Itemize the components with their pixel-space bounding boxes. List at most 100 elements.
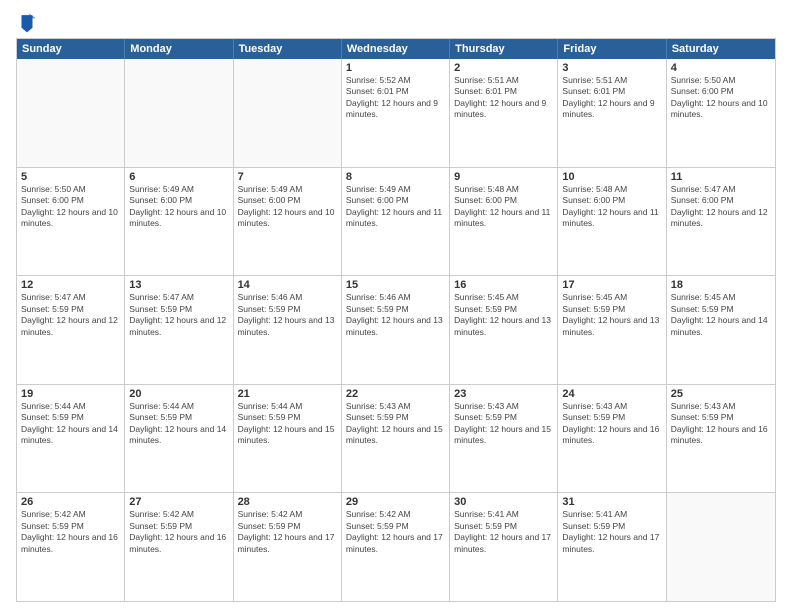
day-number: 16	[454, 279, 553, 291]
cell-details: Sunrise: 5:47 AM Sunset: 6:00 PM Dayligh…	[671, 184, 768, 228]
cal-cell-r0-c0	[17, 59, 125, 167]
day-number: 27	[129, 496, 228, 508]
day-number: 22	[346, 388, 445, 400]
day-number: 31	[562, 496, 661, 508]
day-number: 9	[454, 171, 553, 183]
day-number: 19	[21, 388, 120, 400]
day-number: 29	[346, 496, 445, 508]
cell-details: Sunrise: 5:49 AM Sunset: 6:00 PM Dayligh…	[238, 184, 335, 228]
cal-cell-r4-c1: 27Sunrise: 5:42 AM Sunset: 5:59 PM Dayli…	[125, 493, 233, 601]
cell-details: Sunrise: 5:50 AM Sunset: 6:00 PM Dayligh…	[21, 184, 118, 228]
cal-row-3: 19Sunrise: 5:44 AM Sunset: 5:59 PM Dayli…	[17, 385, 775, 494]
cell-details: Sunrise: 5:46 AM Sunset: 5:59 PM Dayligh…	[238, 292, 335, 336]
cal-cell-r2-c4: 16Sunrise: 5:45 AM Sunset: 5:59 PM Dayli…	[450, 276, 558, 384]
page: SundayMondayTuesdayWednesdayThursdayFrid…	[0, 0, 792, 612]
day-number: 26	[21, 496, 120, 508]
cell-details: Sunrise: 5:42 AM Sunset: 5:59 PM Dayligh…	[238, 509, 335, 553]
cal-cell-r3-c3: 22Sunrise: 5:43 AM Sunset: 5:59 PM Dayli…	[342, 385, 450, 493]
day-number: 12	[21, 279, 120, 291]
cal-cell-r3-c1: 20Sunrise: 5:44 AM Sunset: 5:59 PM Dayli…	[125, 385, 233, 493]
cell-details: Sunrise: 5:44 AM Sunset: 5:59 PM Dayligh…	[129, 401, 226, 445]
day-number: 3	[562, 62, 661, 74]
cell-details: Sunrise: 5:44 AM Sunset: 5:59 PM Dayligh…	[21, 401, 118, 445]
cal-header-cell-thursday: Thursday	[450, 39, 558, 59]
cal-cell-r3-c2: 21Sunrise: 5:44 AM Sunset: 5:59 PM Dayli…	[234, 385, 342, 493]
cal-row-1: 5Sunrise: 5:50 AM Sunset: 6:00 PM Daylig…	[17, 168, 775, 277]
cal-cell-r0-c1	[125, 59, 233, 167]
cell-details: Sunrise: 5:43 AM Sunset: 5:59 PM Dayligh…	[454, 401, 551, 445]
day-number: 6	[129, 171, 228, 183]
day-number: 21	[238, 388, 337, 400]
cell-details: Sunrise: 5:42 AM Sunset: 5:59 PM Dayligh…	[129, 509, 226, 553]
cal-cell-r3-c5: 24Sunrise: 5:43 AM Sunset: 5:59 PM Dayli…	[558, 385, 666, 493]
cal-cell-r0-c2	[234, 59, 342, 167]
cell-details: Sunrise: 5:45 AM Sunset: 5:59 PM Dayligh…	[454, 292, 551, 336]
day-number: 13	[129, 279, 228, 291]
cal-row-4: 26Sunrise: 5:42 AM Sunset: 5:59 PM Dayli…	[17, 493, 775, 601]
cal-header-cell-wednesday: Wednesday	[342, 39, 450, 59]
cal-cell-r0-c5: 3Sunrise: 5:51 AM Sunset: 6:01 PM Daylig…	[558, 59, 666, 167]
day-number: 25	[671, 388, 771, 400]
cal-cell-r0-c4: 2Sunrise: 5:51 AM Sunset: 6:01 PM Daylig…	[450, 59, 558, 167]
cal-cell-r3-c0: 19Sunrise: 5:44 AM Sunset: 5:59 PM Dayli…	[17, 385, 125, 493]
cell-details: Sunrise: 5:52 AM Sunset: 6:01 PM Dayligh…	[346, 75, 438, 119]
day-number: 11	[671, 171, 771, 183]
cal-cell-r2-c5: 17Sunrise: 5:45 AM Sunset: 5:59 PM Dayli…	[558, 276, 666, 384]
calendar-header-row: SundayMondayTuesdayWednesdayThursdayFrid…	[17, 39, 775, 59]
cell-details: Sunrise: 5:43 AM Sunset: 5:59 PM Dayligh…	[346, 401, 443, 445]
cal-cell-r3-c4: 23Sunrise: 5:43 AM Sunset: 5:59 PM Dayli…	[450, 385, 558, 493]
cell-details: Sunrise: 5:42 AM Sunset: 5:59 PM Dayligh…	[346, 509, 443, 553]
cell-details: Sunrise: 5:41 AM Sunset: 5:59 PM Dayligh…	[562, 509, 659, 553]
cell-details: Sunrise: 5:48 AM Sunset: 6:00 PM Dayligh…	[562, 184, 658, 228]
day-number: 18	[671, 279, 771, 291]
cal-row-2: 12Sunrise: 5:47 AM Sunset: 5:59 PM Dayli…	[17, 276, 775, 385]
day-number: 30	[454, 496, 553, 508]
cal-header-cell-tuesday: Tuesday	[234, 39, 342, 59]
cal-cell-r0-c6: 4Sunrise: 5:50 AM Sunset: 6:00 PM Daylig…	[667, 59, 775, 167]
cal-cell-r4-c5: 31Sunrise: 5:41 AM Sunset: 5:59 PM Dayli…	[558, 493, 666, 601]
day-number: 10	[562, 171, 661, 183]
day-number: 20	[129, 388, 228, 400]
cal-cell-r1-c3: 8Sunrise: 5:49 AM Sunset: 6:00 PM Daylig…	[342, 168, 450, 276]
cal-cell-r2-c0: 12Sunrise: 5:47 AM Sunset: 5:59 PM Dayli…	[17, 276, 125, 384]
cal-cell-r1-c1: 6Sunrise: 5:49 AM Sunset: 6:00 PM Daylig…	[125, 168, 233, 276]
cell-details: Sunrise: 5:47 AM Sunset: 5:59 PM Dayligh…	[21, 292, 118, 336]
cell-details: Sunrise: 5:42 AM Sunset: 5:59 PM Dayligh…	[21, 509, 118, 553]
cal-cell-r4-c6	[667, 493, 775, 601]
day-number: 4	[671, 62, 771, 74]
day-number: 1	[346, 62, 445, 74]
cal-row-0: 1Sunrise: 5:52 AM Sunset: 6:01 PM Daylig…	[17, 59, 775, 168]
cal-cell-r3-c6: 25Sunrise: 5:43 AM Sunset: 5:59 PM Dayli…	[667, 385, 775, 493]
cal-cell-r1-c6: 11Sunrise: 5:47 AM Sunset: 6:00 PM Dayli…	[667, 168, 775, 276]
day-number: 15	[346, 279, 445, 291]
cell-details: Sunrise: 5:46 AM Sunset: 5:59 PM Dayligh…	[346, 292, 443, 336]
cell-details: Sunrise: 5:43 AM Sunset: 5:59 PM Dayligh…	[562, 401, 659, 445]
cell-details: Sunrise: 5:51 AM Sunset: 6:01 PM Dayligh…	[562, 75, 654, 119]
day-number: 7	[238, 171, 337, 183]
cal-cell-r1-c5: 10Sunrise: 5:48 AM Sunset: 6:00 PM Dayli…	[558, 168, 666, 276]
cell-details: Sunrise: 5:51 AM Sunset: 6:01 PM Dayligh…	[454, 75, 546, 119]
cal-cell-r4-c0: 26Sunrise: 5:42 AM Sunset: 5:59 PM Dayli…	[17, 493, 125, 601]
cal-cell-r2-c6: 18Sunrise: 5:45 AM Sunset: 5:59 PM Dayli…	[667, 276, 775, 384]
cal-cell-r1-c2: 7Sunrise: 5:49 AM Sunset: 6:00 PM Daylig…	[234, 168, 342, 276]
cal-cell-r1-c4: 9Sunrise: 5:48 AM Sunset: 6:00 PM Daylig…	[450, 168, 558, 276]
logo	[16, 12, 36, 34]
cal-cell-r2-c3: 15Sunrise: 5:46 AM Sunset: 5:59 PM Dayli…	[342, 276, 450, 384]
cal-cell-r4-c2: 28Sunrise: 5:42 AM Sunset: 5:59 PM Dayli…	[234, 493, 342, 601]
cal-cell-r0-c3: 1Sunrise: 5:52 AM Sunset: 6:01 PM Daylig…	[342, 59, 450, 167]
day-number: 28	[238, 496, 337, 508]
cell-details: Sunrise: 5:44 AM Sunset: 5:59 PM Dayligh…	[238, 401, 335, 445]
cal-cell-r2-c1: 13Sunrise: 5:47 AM Sunset: 5:59 PM Dayli…	[125, 276, 233, 384]
cell-details: Sunrise: 5:45 AM Sunset: 5:59 PM Dayligh…	[671, 292, 768, 336]
cal-cell-r1-c0: 5Sunrise: 5:50 AM Sunset: 6:00 PM Daylig…	[17, 168, 125, 276]
cell-details: Sunrise: 5:45 AM Sunset: 5:59 PM Dayligh…	[562, 292, 659, 336]
cell-details: Sunrise: 5:43 AM Sunset: 5:59 PM Dayligh…	[671, 401, 768, 445]
day-number: 5	[21, 171, 120, 183]
logo-icon	[18, 12, 36, 34]
cal-cell-r2-c2: 14Sunrise: 5:46 AM Sunset: 5:59 PM Dayli…	[234, 276, 342, 384]
cal-header-cell-monday: Monday	[125, 39, 233, 59]
day-number: 23	[454, 388, 553, 400]
cell-details: Sunrise: 5:48 AM Sunset: 6:00 PM Dayligh…	[454, 184, 550, 228]
calendar: SundayMondayTuesdayWednesdayThursdayFrid…	[16, 38, 776, 602]
cell-details: Sunrise: 5:49 AM Sunset: 6:00 PM Dayligh…	[346, 184, 442, 228]
